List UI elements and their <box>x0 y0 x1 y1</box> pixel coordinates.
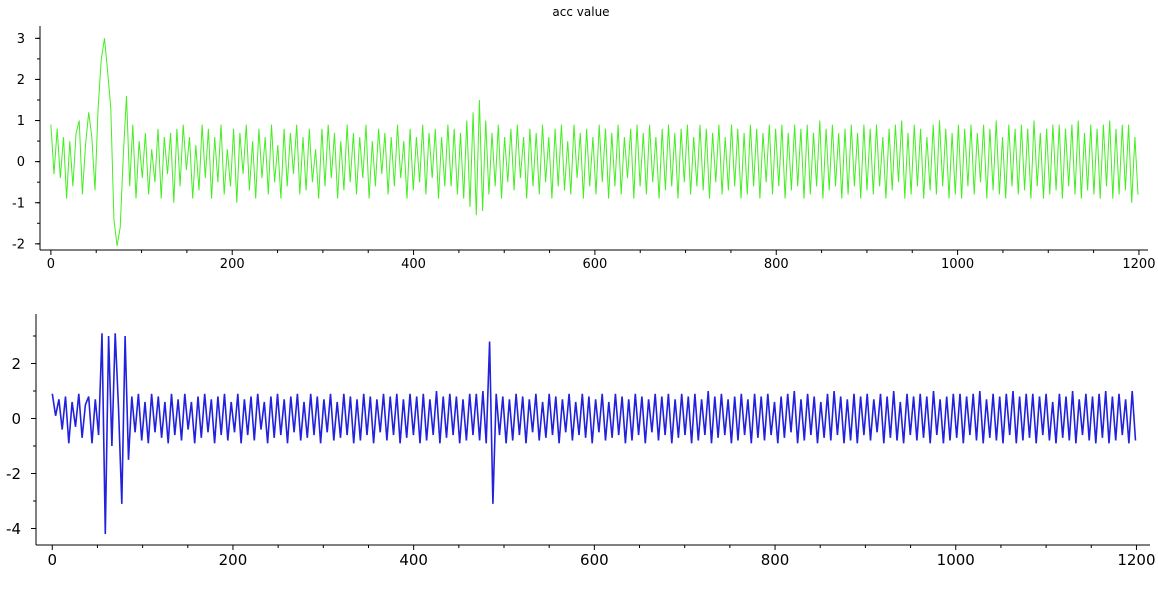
y-tick-label: 2 <box>11 355 21 373</box>
y-tick-label: 0 <box>17 155 25 170</box>
x-tick-label: 600 <box>580 551 609 569</box>
x-tick-label: 800 <box>761 551 790 569</box>
x-tick-label: 600 <box>582 257 607 272</box>
x-tick-label: 1200 <box>1117 551 1155 569</box>
top-acc-chart: 0 200 400 600 800 1000 1200 -2 -1 0 1 2 3 <box>12 26 1155 272</box>
acc-value-figure: acc value 0 200 400 600 800 1000 1200-2-10123 … <box>6 5 1156 569</box>
x-tick-label: 0 <box>47 551 57 569</box>
y-tick-label: 1 <box>17 114 25 129</box>
series-line <box>50 38 1139 246</box>
y-tick-label: -4 <box>6 520 21 538</box>
x-tick-label: 0 <box>47 257 55 272</box>
y-tick-label: -2 <box>12 237 25 252</box>
series-line <box>51 333 1137 535</box>
y-tick-label: 3 <box>17 32 25 47</box>
y-tick-label: -1 <box>12 196 25 211</box>
chart-title: acc value <box>552 5 609 19</box>
bottom-acc-chart: 0 200 400 600 800 1000 1200 -4 -2 0 2 <box>6 314 1156 569</box>
x-tick-label: 1200 <box>1122 257 1155 272</box>
x-tick-label: 1000 <box>937 551 975 569</box>
x-tick-label: 400 <box>399 551 428 569</box>
y-tick-label: -2 <box>6 465 21 483</box>
x-tick-label: 400 <box>401 257 426 272</box>
y-tick-label: 2 <box>17 73 25 88</box>
x-tick-label: 200 <box>220 257 245 272</box>
x-tick-label: 1000 <box>941 257 974 272</box>
x-tick-label: 800 <box>764 257 789 272</box>
x-tick-label: 200 <box>219 551 248 569</box>
y-tick-label: 0 <box>11 410 21 428</box>
